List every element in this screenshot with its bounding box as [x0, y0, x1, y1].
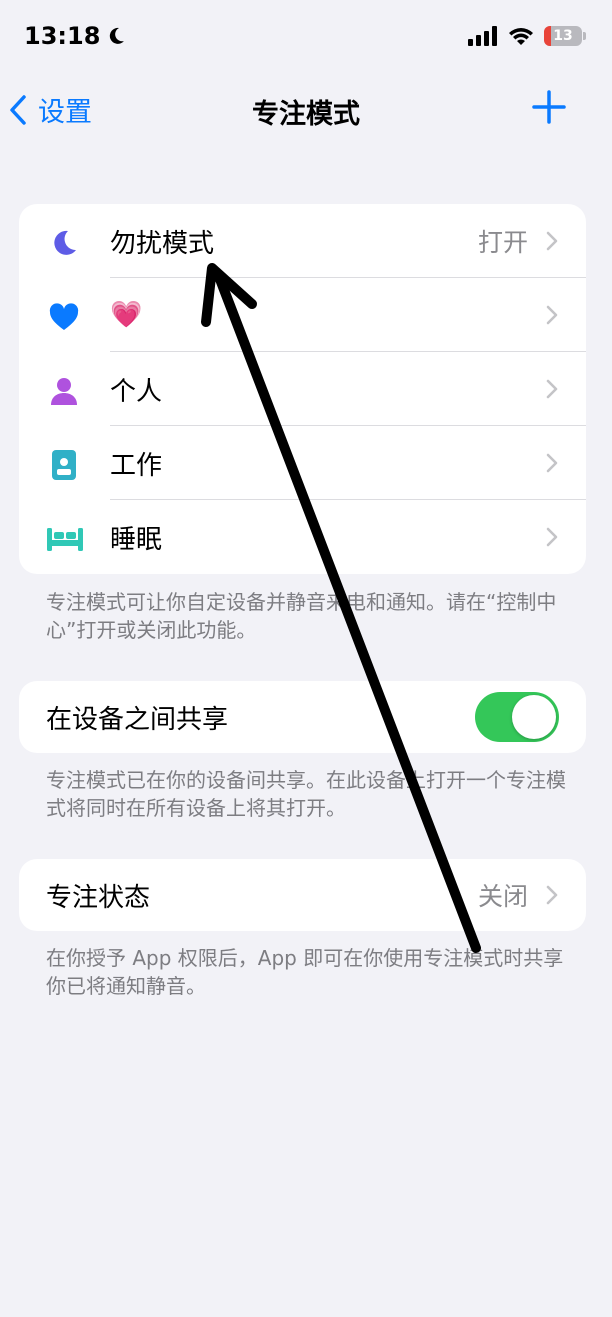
moon-icon: [110, 27, 125, 44]
share-across-devices-card: 在设备之间共享: [19, 681, 586, 753]
wifi-icon: [509, 28, 533, 45]
focus-status-value: 关闭: [477, 882, 528, 911]
focus-status-card: 专注状态 关闭: [19, 859, 586, 931]
status-bar-time: 13:18: [24, 22, 126, 50]
focus-status-label: 专注状态: [46, 882, 151, 913]
chevron-right-icon: [546, 231, 558, 251]
chevron-right-icon: [546, 305, 558, 325]
focus-modes-list: 勿扰模式 打开 💗 个人 工作 睡眠: [19, 204, 586, 574]
add-button[interactable]: [532, 90, 566, 124]
focus-mode-work[interactable]: 工作: [19, 426, 586, 500]
page-title: 专注模式: [252, 99, 360, 130]
chevron-right-icon: [546, 453, 558, 473]
focus-status-footnote: 在你授予 App 权限后，App 即可在你使用专注模式时共享你已将通知静音。: [46, 946, 564, 998]
person-icon: [47, 374, 81, 408]
focus-mode-personal[interactable]: 个人: [19, 352, 586, 426]
bed-icon: [45, 522, 85, 556]
share-across-devices-label: 在设备之间共享: [46, 704, 229, 735]
chevron-right-icon: [546, 885, 558, 905]
share-across-devices-toggle[interactable]: [475, 692, 559, 742]
chevron-right-icon: [546, 379, 558, 399]
focus-mode-label: 工作: [110, 450, 163, 481]
clock-text: 13:18: [24, 22, 101, 50]
focus-mode-value: 打开: [477, 228, 528, 257]
moon-icon: [47, 226, 81, 260]
annotation-arrow: [201, 263, 481, 953]
focus-mode-label: 个人: [110, 376, 163, 407]
focus-mode-dnd[interactable]: 勿扰模式 打开: [19, 204, 586, 278]
heart-icon: [47, 300, 81, 334]
focus-mode-heart[interactable]: 💗: [19, 278, 586, 352]
cellular-signal-icon: [468, 26, 497, 46]
focus-mode-label: 💗: [110, 300, 143, 330]
id-badge-icon: [47, 448, 81, 482]
chevron-right-icon: [546, 527, 558, 547]
battery-level: 13: [553, 28, 573, 44]
status-bar-indicators: 13: [468, 26, 586, 46]
focus-mode-label: 睡眠: [110, 524, 163, 555]
share-footnote: 专注模式已在你的设备间共享。在此设备上打开一个专注模式将同时在所有设备上将其打开…: [46, 768, 566, 820]
battery-icon: 13: [544, 26, 582, 46]
focus-mode-label: 勿扰模式: [110, 228, 215, 259]
focus-mode-sleep[interactable]: 睡眠: [19, 500, 586, 574]
focus-modes-footnote: 专注模式可让你自定设备并静音来电和通知。请在“控制中心”打开或关闭此功能。: [46, 590, 557, 642]
focus-status-row[interactable]: 专注状态 关闭: [19, 859, 586, 931]
